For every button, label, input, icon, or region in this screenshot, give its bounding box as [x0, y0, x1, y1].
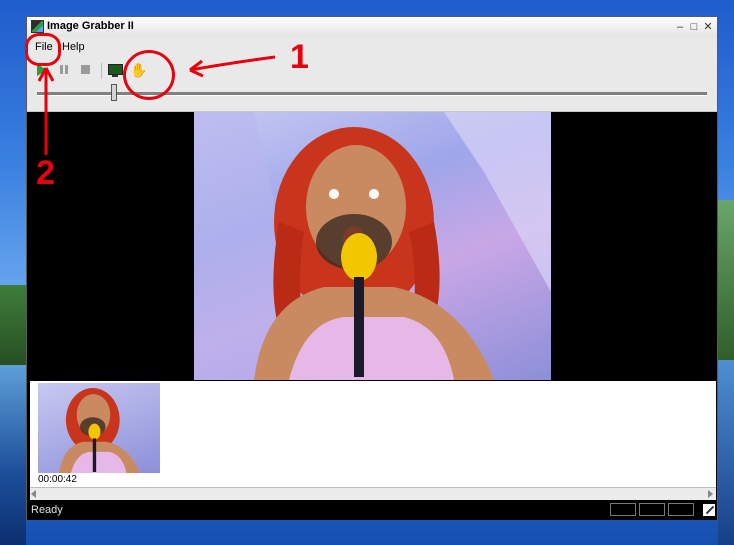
- annotation-arrows: [37, 55, 276, 155]
- annotation-label-2: 2: [36, 154, 55, 192]
- annotation-label-1: 1: [290, 38, 309, 76]
